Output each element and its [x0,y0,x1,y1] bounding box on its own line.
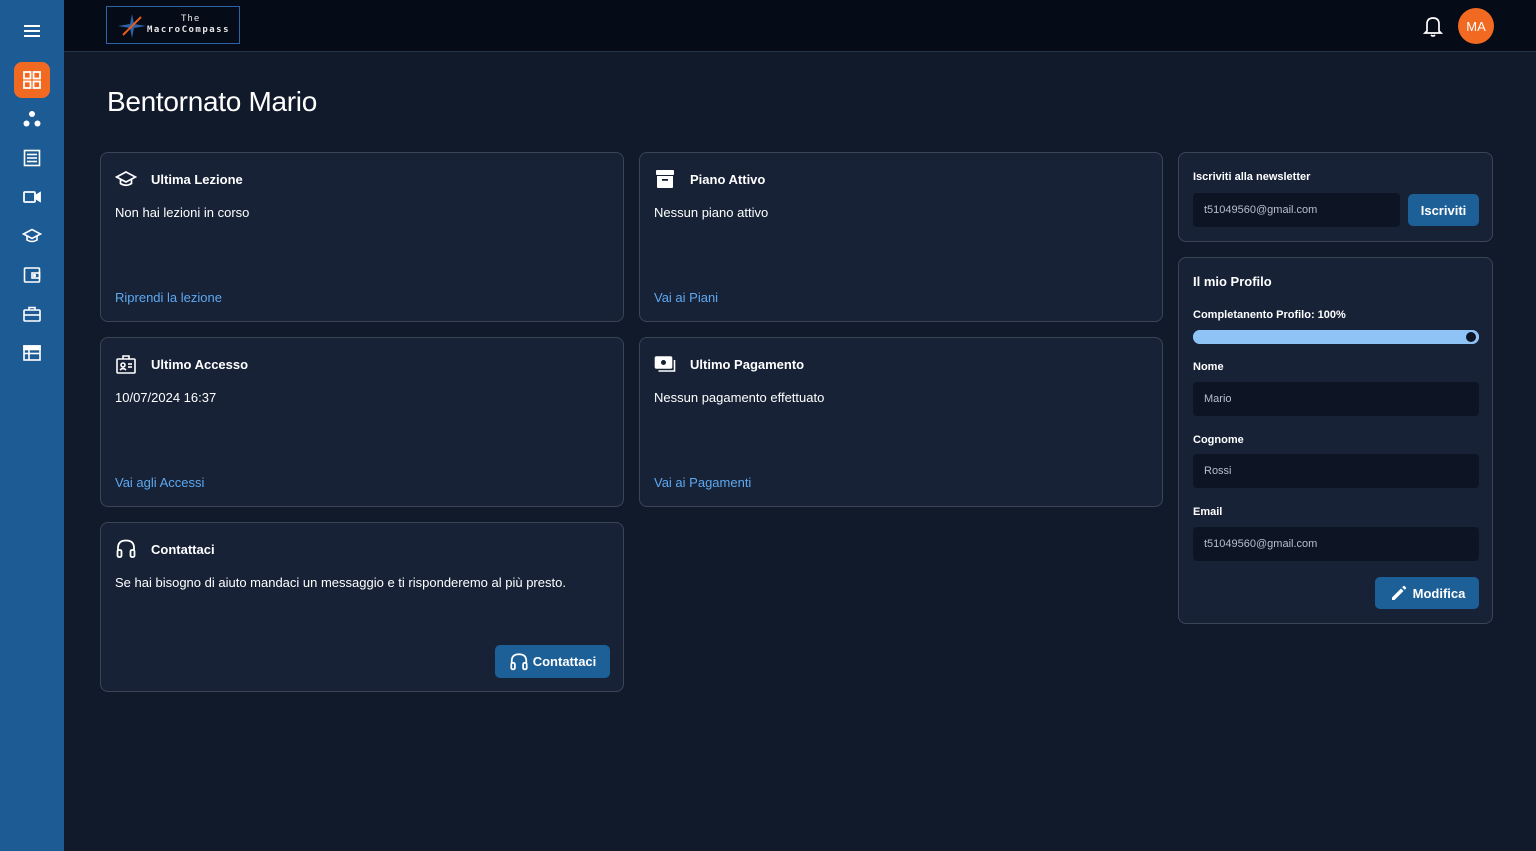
card-title: Ultima Lezione [151,171,243,187]
card-title: Contattaci [151,541,215,557]
video-icon[interactable] [14,179,50,215]
progress-knob [1466,332,1476,342]
last-payment-card: Ultimo Pagamento Nessun pagamento effett… [639,337,1163,507]
bell-icon[interactable] [1422,15,1444,37]
card-text: Nessun pagamento effettuato [654,390,825,405]
wallet-icon[interactable] [14,257,50,293]
name-label: Nome [1193,361,1224,373]
page-title: Bentornato Mario [107,86,317,117]
contact-card: Contattaci Se hai bisogno di aiuto manda… [100,522,624,692]
pencil-icon [1391,585,1406,600]
go-to-plans-link[interactable]: Vai ai Piani [654,290,718,305]
go-to-accesses-link[interactable]: Vai agli Accessi [115,475,204,490]
last-lesson-card: Ultima Lezione Non hai lezioni in corso … [100,152,624,322]
sidebar [0,0,64,851]
card-text: Non hai lezioni in corso [115,205,250,220]
graduation-cap-icon[interactable] [14,218,50,254]
top-bar: The MacroCompass MA [64,0,1536,52]
logo-line-1: The [181,14,201,24]
menu-icon[interactable] [14,13,50,49]
card-title: Ultimo Pagamento [690,356,805,372]
email-field[interactable]: t51049560@gmail.com [1193,527,1479,561]
last-access-card: Ultimo Accesso 10/07/2024 16:37 Vai agli… [100,337,624,507]
briefcase-icon[interactable] [14,296,50,332]
progress-fill [1193,330,1479,344]
surname-field[interactable]: Rossi [1193,454,1479,488]
community-icon[interactable] [14,101,50,137]
compass-star-icon [118,14,146,38]
contact-button[interactable]: Contattaci [495,645,610,678]
logo-line-2: MacroCompass [147,25,231,35]
card-title: Piano Attivo [690,171,766,187]
newsletter-label: Iscriviti alla newsletter [1193,171,1311,183]
list-icon[interactable] [14,140,50,176]
newsletter-card: Iscriviti alla newsletter t51049560@gmai… [1178,152,1493,242]
headset-icon [116,539,136,558]
last-access-date: 10/07/2024 16:37 [115,390,217,405]
macrocompass-logo[interactable]: The MacroCompass [106,6,240,44]
payments-icon [654,356,676,372]
card-title: Ultimo Accesso [151,356,249,372]
edit-profile-button[interactable]: Modifica [1375,577,1479,609]
card-text: Se hai bisogno di aiuto mandaci un messa… [115,575,566,590]
graduation-cap-icon [115,171,137,187]
go-to-payments-link[interactable]: Vai ai Pagamenti [654,475,751,490]
edit-profile-label: Modifica [1412,585,1466,601]
dashboard-icon[interactable] [14,62,50,98]
archive-icon [656,170,674,188]
name-field[interactable]: Mario [1193,382,1479,416]
avatar[interactable]: MA [1458,8,1494,44]
contact-button-label: Contattaci [532,654,597,669]
newsletter-email-input[interactable]: t51049560@gmail.com [1193,193,1400,227]
profile-completion-bar [1193,330,1479,344]
subscribe-button[interactable]: Iscriviti [1408,194,1479,226]
headset-icon [510,652,528,670]
card-text: Nessun piano attivo [654,205,769,220]
profile-completion-label: Completanento Profilo: 100% [1193,309,1346,321]
profile-card: Il mio Profilo Completanento Profilo: 10… [1178,257,1493,624]
profile-title: Il mio Profilo [1193,274,1272,289]
resume-lesson-link[interactable]: Riprendi la lezione [115,290,222,305]
active-plan-card: Piano Attivo Nessun piano attivo Vai ai … [639,152,1163,322]
id-badge-icon [116,355,136,374]
calendar-table-icon[interactable] [14,335,50,371]
surname-label: Cognome [1193,434,1244,446]
email-label: Email [1193,506,1223,518]
